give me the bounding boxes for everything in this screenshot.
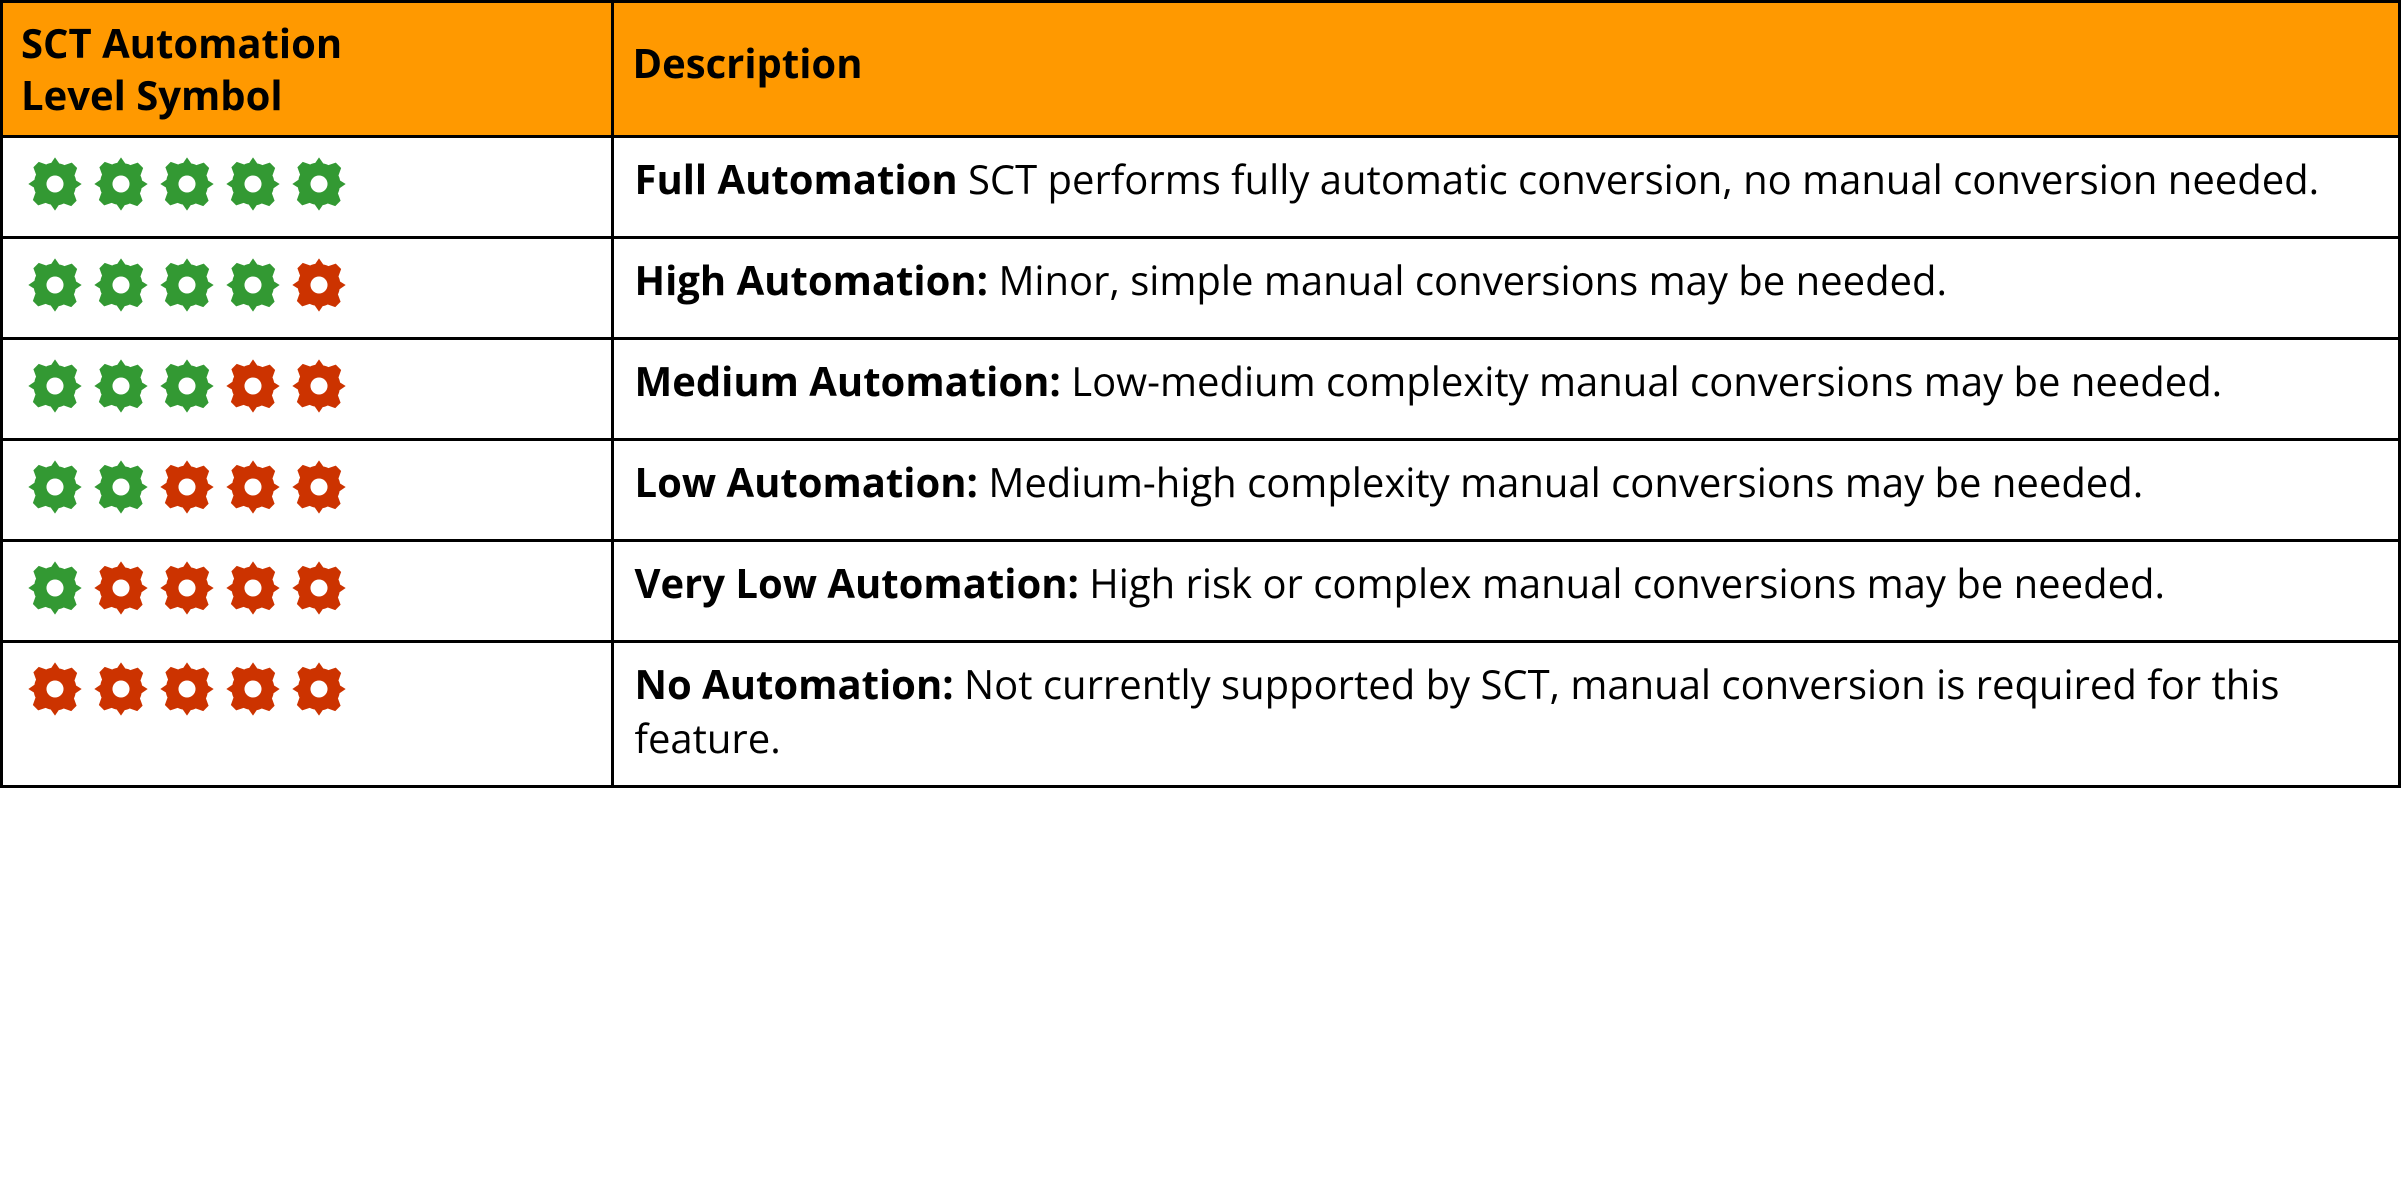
gear-icon xyxy=(221,152,285,216)
table-row: High Automation: Minor, simple manual co… xyxy=(2,238,2400,339)
gear-icon xyxy=(287,354,351,418)
symbol-cell xyxy=(2,238,613,339)
description-text: Low-medium complexity manual conversions… xyxy=(1071,353,2222,408)
gear-icon xyxy=(23,455,87,519)
header-symbol-line2: Level Symbol xyxy=(21,67,283,122)
description-text: SCT performs fully automatic conversion,… xyxy=(968,151,2319,206)
description-label: Medium Automation: xyxy=(634,353,1060,408)
gear-icon xyxy=(23,253,87,317)
table-header-row: SCT Automation Level Symbol Description xyxy=(2,2,2400,137)
description-cell: High Automation: Minor, simple manual co… xyxy=(613,238,2400,339)
table-row: Full Automation SCT performs fully autom… xyxy=(2,137,2400,238)
table-row: No Automation: Not currently supported b… xyxy=(2,642,2400,787)
gear-icon xyxy=(287,253,351,317)
table-row: Medium Automation: Low-medium complexity… xyxy=(2,339,2400,440)
description-separator xyxy=(988,252,998,307)
automation-level-table: SCT Automation Level Symbol Description … xyxy=(0,0,2401,788)
header-symbol-line1: SCT Automation xyxy=(21,15,342,70)
gear-icon xyxy=(23,152,87,216)
gear-row xyxy=(23,152,591,216)
gear-icon xyxy=(155,455,219,519)
table-body: Full Automation SCT performs fully autom… xyxy=(2,137,2400,787)
gear-row xyxy=(23,253,591,317)
gear-icon xyxy=(287,455,351,519)
description-cell: Low Automation: Medium-high complexity m… xyxy=(613,440,2400,541)
gear-icon xyxy=(23,354,87,418)
description-separator xyxy=(978,454,988,509)
gear-icon xyxy=(221,556,285,620)
gear-icon xyxy=(221,657,285,721)
description-label: No Automation: xyxy=(634,656,953,711)
gear-icon xyxy=(221,253,285,317)
gear-icon xyxy=(155,152,219,216)
gear-icon xyxy=(23,556,87,620)
description-label: Low Automation: xyxy=(634,454,977,509)
description-text: High risk or complex manual conversions … xyxy=(1089,555,2165,610)
gear-icon xyxy=(155,354,219,418)
gear-icon xyxy=(287,556,351,620)
gear-icon xyxy=(287,152,351,216)
symbol-cell xyxy=(2,642,613,787)
description-separator xyxy=(1061,353,1071,408)
gear-row xyxy=(23,556,591,620)
description-cell: Very Low Automation: High risk or comple… xyxy=(613,541,2400,642)
header-symbol: SCT Automation Level Symbol xyxy=(2,2,613,137)
symbol-cell xyxy=(2,440,613,541)
gear-row xyxy=(23,354,591,418)
header-description: Description xyxy=(613,2,2400,137)
gear-icon xyxy=(89,152,153,216)
gear-icon xyxy=(89,455,153,519)
gear-icon xyxy=(89,657,153,721)
description-cell: No Automation: Not currently supported b… xyxy=(613,642,2400,787)
gear-row xyxy=(23,657,591,721)
description-separator xyxy=(1079,555,1089,610)
gear-icon xyxy=(89,556,153,620)
symbol-cell xyxy=(2,137,613,238)
symbol-cell xyxy=(2,339,613,440)
description-separator xyxy=(954,656,964,711)
gear-icon xyxy=(155,657,219,721)
gear-icon xyxy=(155,556,219,620)
description-text: Minor, simple manual conversions may be … xyxy=(998,252,1947,307)
description-cell: Medium Automation: Low-medium complexity… xyxy=(613,339,2400,440)
gear-icon xyxy=(155,253,219,317)
description-cell: Full Automation SCT performs fully autom… xyxy=(613,137,2400,238)
gear-icon xyxy=(89,354,153,418)
description-text: Medium-high complexity manual conversion… xyxy=(988,454,2143,509)
table-row: Very Low Automation: High risk or comple… xyxy=(2,541,2400,642)
description-label: Very Low Automation: xyxy=(634,555,1078,610)
description-label: Full Automation xyxy=(634,151,957,206)
description-separator xyxy=(958,151,968,206)
gear-icon xyxy=(287,657,351,721)
gear-row xyxy=(23,455,591,519)
gear-icon xyxy=(221,455,285,519)
gear-icon xyxy=(221,354,285,418)
gear-icon xyxy=(23,657,87,721)
table-row: Low Automation: Medium-high complexity m… xyxy=(2,440,2400,541)
gear-icon xyxy=(89,253,153,317)
symbol-cell xyxy=(2,541,613,642)
description-label: High Automation: xyxy=(634,252,988,307)
